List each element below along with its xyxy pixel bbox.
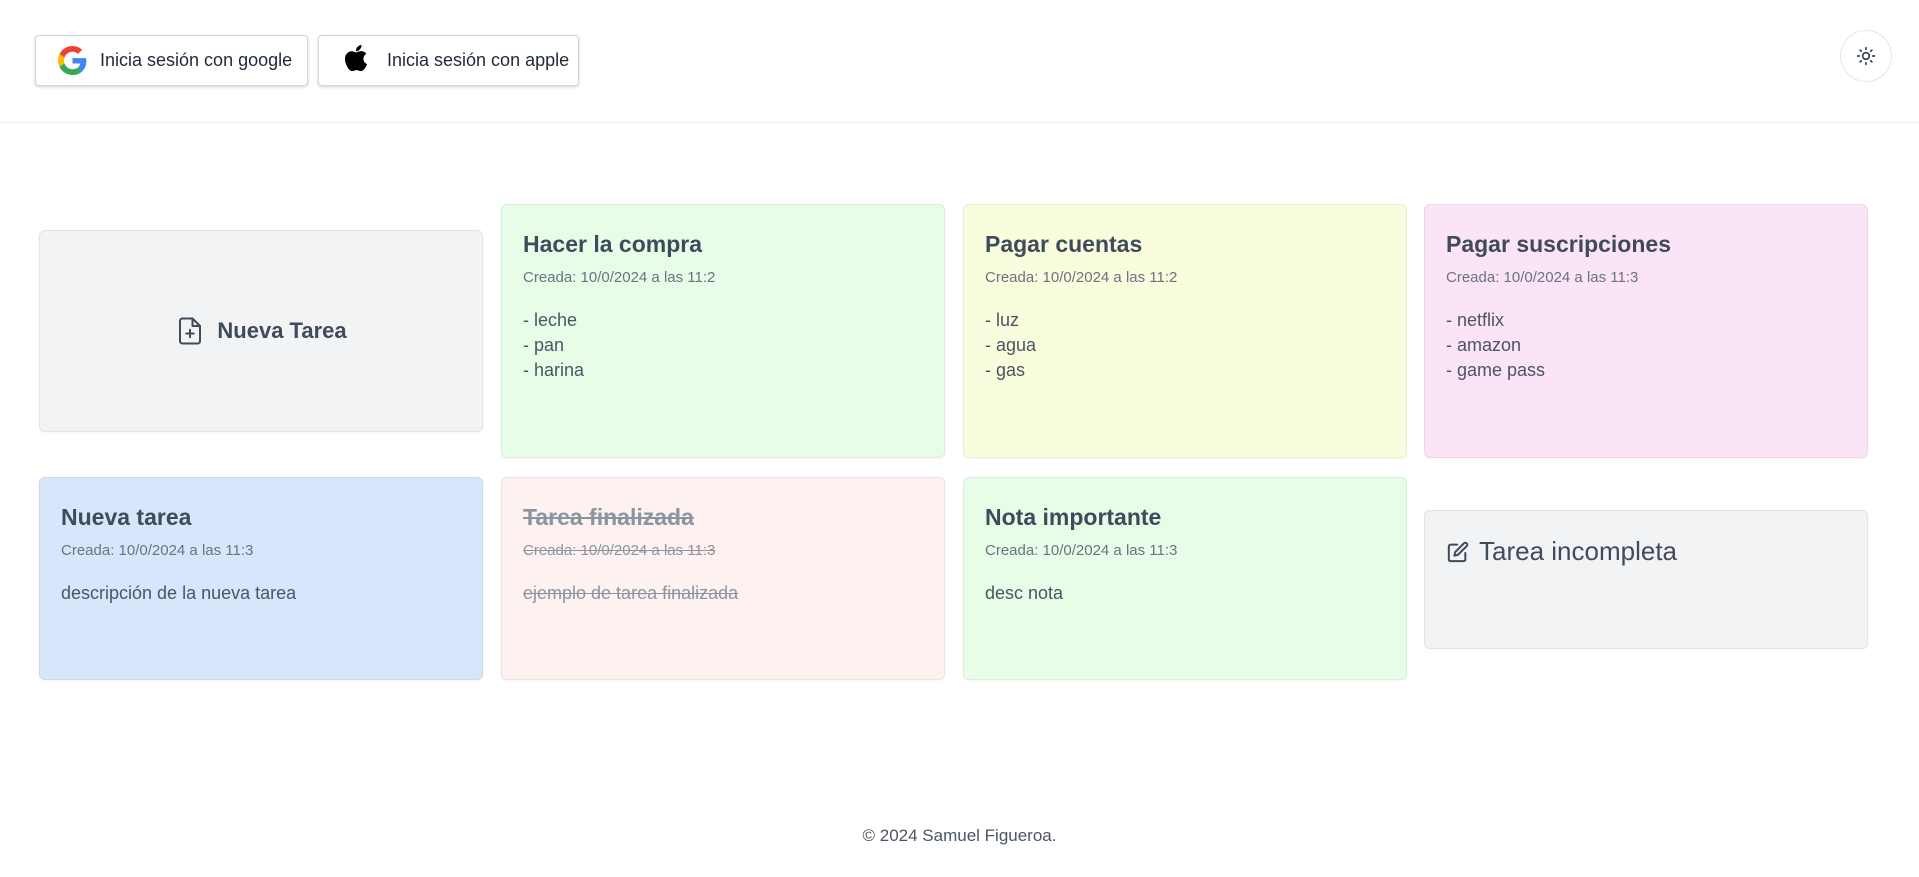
task-card[interactable]: Tarea finalizada Creada: 10/0/2024 a las… — [501, 477, 945, 680]
edit-icon — [1447, 541, 1469, 563]
google-icon — [58, 46, 87, 75]
header: Inicia sesión con google Inicia sesión c… — [0, 0, 1919, 123]
apple-icon — [343, 43, 369, 73]
task-created-date: Creada: 10/0/2024 a las 11:3 — [985, 542, 1178, 559]
sun-icon — [1856, 46, 1876, 66]
task-created-date: Creada: 10/0/2024 a las 11:3 — [61, 542, 254, 559]
task-card[interactable]: Nota importante Creada: 10/0/2024 a las … — [963, 477, 1407, 680]
task-description: ejemplo de tarea finalizada — [523, 583, 739, 603]
task-created-date: Creada: 10/0/2024 a las 11:2 — [985, 269, 1178, 286]
footer-copyright: © 2024 Samuel Figueroa. — [862, 826, 1057, 845]
new-task-label: Nueva Tarea — [217, 318, 347, 343]
task-title: Pagar suscripciones — [1446, 231, 1671, 257]
task-description: desc nota — [985, 583, 1064, 603]
task-created-date: Creada: 10/0/2024 a las 11:3 — [523, 542, 716, 559]
new-task-card[interactable]: Nueva Tarea — [39, 230, 483, 432]
file-plus-icon — [175, 314, 205, 348]
google-login-label: Inicia sesión con google — [100, 50, 293, 70]
theme-toggle-button[interactable] — [1840, 30, 1892, 82]
apple-login-label: Inicia sesión con apple — [387, 50, 570, 70]
task-title: Hacer la compra — [523, 231, 702, 257]
task-title: Nota importante — [985, 504, 1162, 530]
task-description: descripción de la nueva tarea — [61, 583, 297, 603]
incomplete-task-label: Tarea incompleta — [1479, 536, 1677, 566]
google-login-button[interactable]: Inicia sesión con google — [35, 35, 308, 86]
task-description: - leche - pan - harina — [523, 310, 585, 380]
task-description: - netflix - amazon - game pass — [1446, 310, 1546, 380]
task-created-date: Creada: 10/0/2024 a las 11:3 — [1446, 269, 1639, 286]
apple-login-button[interactable]: Inicia sesión con apple — [318, 35, 579, 86]
task-title: Pagar cuentas — [985, 231, 1143, 257]
incomplete-task-card[interactable]: Tarea incompleta — [1424, 510, 1868, 649]
task-created-date: Creada: 10/0/2024 a las 11:2 — [523, 269, 716, 286]
task-title: Nueva tarea — [61, 504, 192, 530]
task-title: Tarea finalizada — [523, 504, 694, 530]
task-card[interactable]: Hacer la compra Creada: 10/0/2024 a las … — [501, 204, 945, 458]
task-card[interactable]: Pagar suscripciones Creada: 10/0/2024 a … — [1424, 204, 1868, 458]
task-card[interactable]: Nueva tarea Creada: 10/0/2024 a las 11:3… — [39, 477, 483, 680]
task-card[interactable]: Pagar cuentas Creada: 10/0/2024 a las 11… — [963, 204, 1407, 458]
task-description: - luz - agua - gas — [985, 310, 1037, 380]
